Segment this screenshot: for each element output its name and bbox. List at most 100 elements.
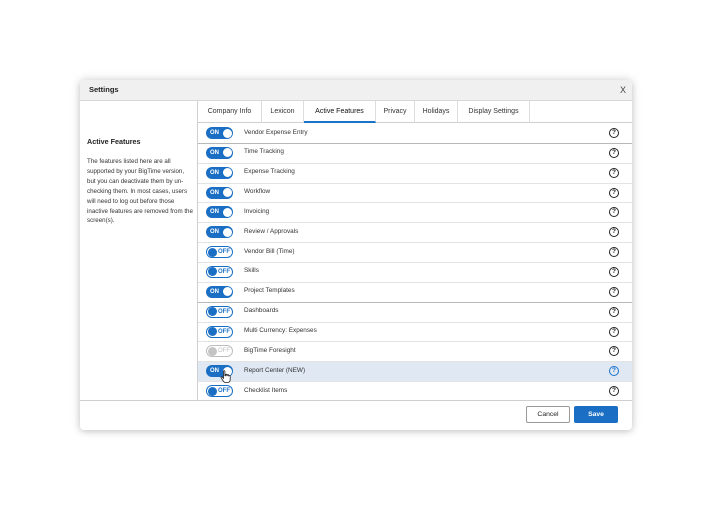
toggle-label: ON — [210, 368, 219, 375]
feature-name: Time Tracking — [244, 148, 284, 156]
feature-name: Report Center (NEW) — [244, 366, 306, 374]
dialog-titlebar: Settings X — [80, 80, 632, 101]
feature-row: ON Project Templates? — [198, 283, 632, 303]
feature-toggle[interactable]: OFF — [206, 385, 233, 398]
feature-toggle[interactable]: ON — [206, 226, 233, 239]
feature-row: OFF Dashboards? — [198, 303, 632, 323]
sidebar-title: Active Features — [87, 137, 141, 146]
close-icon[interactable]: X — [618, 84, 628, 96]
toggle-label: ON — [210, 149, 219, 156]
tab-active-features[interactable]: Active Features — [304, 101, 376, 123]
help-icon[interactable]: ? — [609, 326, 619, 337]
feature-row: ON Review / Approvals? — [198, 223, 632, 244]
toggle-knob — [222, 168, 232, 178]
feature-toggle[interactable]: ON — [206, 166, 233, 179]
toggle-label: OFF — [218, 388, 230, 395]
toggle-label: OFF — [218, 348, 230, 355]
toggle-label: ON — [210, 189, 219, 196]
dialog-title: Settings — [89, 85, 119, 94]
feature-toggle[interactable]: ON — [206, 127, 233, 139]
sidebar-panel: Active Features The features listed here… — [80, 101, 198, 400]
toggle-label: OFF — [218, 268, 230, 275]
help-icon[interactable]: ? — [609, 147, 619, 158]
help-icon[interactable]: ? — [609, 366, 619, 377]
toggle-knob — [222, 227, 232, 237]
feature-row: OFF BigTime Foresight? — [198, 342, 632, 363]
help-icon[interactable]: ? — [609, 227, 619, 238]
feature-row: OFF Checklist Items? — [198, 382, 632, 400]
feature-name: Workflow — [244, 188, 271, 196]
sidebar-description: The features listed here are all support… — [87, 158, 193, 225]
toggle-knob — [222, 188, 232, 198]
feature-toggle[interactable]: ON — [206, 206, 233, 219]
feature-name: Skills — [244, 267, 259, 275]
feature-row: ON Report Center (NEW)? — [198, 362, 632, 383]
feature-toggle[interactable]: OFF — [206, 246, 233, 259]
tab-holidays[interactable]: Holidays — [415, 101, 458, 123]
help-icon[interactable]: ? — [609, 386, 619, 397]
toggle-label: OFF — [218, 328, 230, 335]
feature-toggle[interactable]: ON — [206, 285, 233, 298]
feature-toggle: OFF — [206, 345, 233, 358]
toggle-label: OFF — [218, 308, 230, 315]
toggle-label: ON — [210, 169, 219, 176]
feature-toggle[interactable]: OFF — [206, 305, 233, 318]
feature-toggle[interactable]: OFF — [206, 325, 233, 338]
feature-row: ON Vendor Expense Entry? — [198, 124, 632, 144]
help-icon[interactable]: ? — [609, 346, 619, 357]
feature-row: ON Workflow? — [198, 184, 632, 204]
help-icon[interactable]: ? — [609, 286, 619, 297]
feature-row: OFF Vendor Bill (Time)? — [198, 243, 632, 263]
help-icon[interactable]: ? — [609, 187, 619, 198]
toggle-knob — [207, 247, 217, 257]
toggle-label: ON — [210, 288, 219, 295]
settings-dialog: Settings X Active Features The features … — [80, 80, 632, 430]
feature-name: Expense Tracking — [244, 168, 295, 176]
help-icon[interactable]: ? — [609, 247, 619, 258]
tab-bar: Company Info Lexicon Active Features Pri… — [198, 101, 632, 123]
toggle-label: ON — [210, 229, 219, 236]
feature-name: Invoicing — [244, 207, 270, 215]
feature-name: Review / Approvals — [244, 227, 299, 235]
feature-row: OFF Multi Currency: Expenses? — [198, 323, 632, 343]
feature-list: ON Vendor Expense Entry? ON Time Tracking? O… — [198, 124, 632, 400]
toggle-knob — [207, 307, 217, 317]
help-icon[interactable]: ? — [609, 167, 619, 178]
toggle-knob — [207, 386, 217, 396]
feature-toggle[interactable]: ON — [206, 146, 233, 159]
feature-toggle[interactable]: OFF — [206, 265, 233, 278]
toggle-knob — [207, 327, 217, 336]
help-icon[interactable]: ? — [609, 266, 619, 277]
feature-name: BigTime Foresight — [244, 346, 296, 354]
feature-name: Multi Currency: Expenses — [244, 327, 317, 334]
feature-name: Checklist Items — [244, 386, 288, 394]
toggle-label: ON — [210, 130, 219, 136]
toggle-knob — [207, 267, 217, 277]
feature-toggle[interactable]: ON — [206, 186, 233, 199]
toggle-knob — [222, 207, 232, 217]
toggle-label: OFF — [218, 249, 230, 256]
tab-privacy[interactable]: Privacy — [376, 101, 415, 123]
toggle-label: ON — [210, 209, 219, 216]
tab-display-settings[interactable]: Display Settings — [458, 101, 530, 123]
tab-lexicon[interactable]: Lexicon — [262, 101, 304, 123]
toggle-knob — [222, 287, 232, 297]
toggle-knob — [222, 128, 232, 138]
save-button[interactable]: Save — [574, 406, 618, 423]
hand-cursor-icon — [220, 370, 231, 383]
help-icon[interactable]: ? — [609, 306, 619, 317]
feature-row: ON Time Tracking? — [198, 144, 632, 164]
feature-row: OFF Skills? — [198, 263, 632, 283]
tab-company-info[interactable]: Company Info — [198, 101, 262, 123]
feature-name: Vendor Expense Entry — [244, 128, 308, 136]
feature-row: ON Invoicing? — [198, 203, 632, 224]
toggle-knob — [207, 346, 217, 356]
feature-name: Dashboards — [244, 307, 279, 315]
cancel-button[interactable]: Cancel — [526, 406, 570, 423]
feature-name: Project Templates — [244, 287, 295, 295]
help-icon[interactable]: ? — [609, 128, 619, 138]
feature-name: Vendor Bill (Time) — [244, 247, 295, 255]
help-icon[interactable]: ? — [609, 207, 619, 218]
feature-row: ON Expense Tracking? — [198, 164, 632, 184]
toggle-knob — [222, 148, 232, 158]
